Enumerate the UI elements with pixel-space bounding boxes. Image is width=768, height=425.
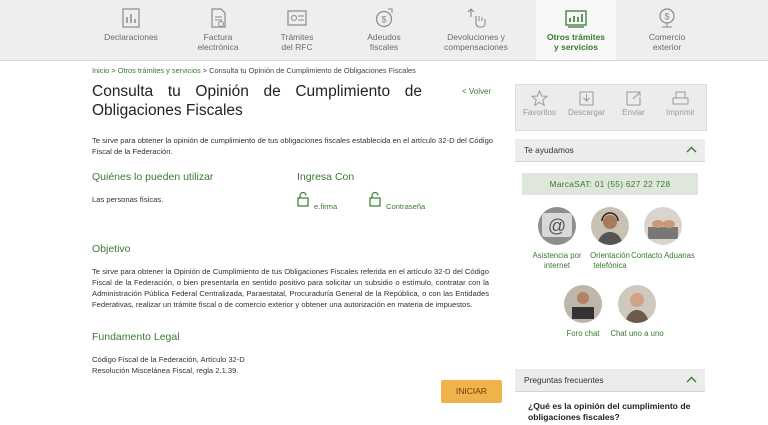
- nav-item-rfc[interactable]: Trámites del RFC: [266, 0, 328, 60]
- enviar-label: Enviar: [622, 108, 645, 117]
- padlock-icon: [297, 191, 309, 207]
- nav-item-otros-tramites[interactable]: Otros trámites y servicios: [536, 0, 616, 60]
- nav-label: Factura electrónica: [197, 32, 239, 52]
- fundamento-line2: Resolución Miscelánea Fiscal, regla 2.1.…: [92, 366, 239, 375]
- help-label: Chat uno a uno: [610, 329, 664, 338]
- quienes-text: Las personas físicas.: [92, 195, 164, 204]
- breadcrumb-separator: >: [202, 66, 208, 75]
- login-contrasena-label: Contraseña: [386, 202, 426, 211]
- download-icon: [579, 91, 594, 106]
- at-sign-keyboard-photo-icon: @: [538, 207, 576, 245]
- nav-item-declaraciones[interactable]: Declaraciones: [92, 0, 170, 60]
- svg-text:$: $: [664, 12, 669, 22]
- te-ayudamos-title: Te ayudamos: [524, 145, 574, 155]
- nav-item-factura[interactable]: Factura electrónica: [184, 0, 252, 60]
- descargar-button[interactable]: Descargar: [563, 85, 610, 130]
- sidebar-toolbar: Favoritos Descargar Enviar Imprimir: [515, 84, 707, 131]
- descargar-label: Descargar: [568, 108, 605, 117]
- padlock-icon: [369, 191, 381, 207]
- chevron-up-icon: [686, 146, 697, 153]
- declaraciones-icon: [122, 8, 140, 28]
- laptop-user-photo-icon: [564, 285, 602, 323]
- imprimir-button[interactable]: Imprimir: [657, 85, 704, 130]
- devoluciones-icon: [467, 8, 486, 28]
- nav-label: Declaraciones: [104, 32, 158, 42]
- fundamento-heading: Fundamento Legal: [92, 331, 180, 343]
- comercio-exterior-icon: $: [659, 8, 675, 28]
- chevron-up-icon: [686, 376, 697, 383]
- star-icon: [531, 90, 548, 107]
- page-title-line2: Obligaciones Fiscales: [92, 102, 243, 119]
- help-label: Contacto Aduanas: [631, 251, 695, 260]
- factura-icon: [211, 8, 226, 28]
- fundamento-line1: Código Fiscal de la Federación, Artículo…: [92, 355, 245, 364]
- preguntas-frecuentes-title: Preguntas frecuentes: [524, 375, 604, 385]
- breadcrumb-separator: >: [111, 66, 116, 75]
- smiling-agent-photo-icon: [618, 285, 656, 323]
- typing-hands-photo-icon: [644, 207, 682, 245]
- intro-text: Te sirve para obtener la opinión de cump…: [92, 136, 494, 156]
- marcasat-phone: MarcaSAT: 01 (55) 627 22 728: [522, 173, 698, 195]
- otros-tramites-icon: [565, 10, 587, 28]
- breadcrumb-current: Consulta tu Opinión de Cumplimiento de O…: [209, 66, 416, 75]
- call-center-agent-photo-icon: [591, 207, 629, 245]
- nav-label: Comercio exterior: [648, 32, 686, 52]
- imprimir-label: Imprimir: [666, 108, 695, 117]
- iniciar-button[interactable]: INICIAR: [441, 380, 502, 403]
- favoritos-label: Favoritos: [523, 108, 556, 117]
- objetivo-heading: Objetivo: [92, 243, 131, 255]
- top-navigation: Declaraciones Factura electrónica Trámit…: [0, 0, 768, 61]
- preguntas-frecuentes-header[interactable]: Preguntas frecuentes: [515, 369, 705, 392]
- breadcrumb-inicio-link[interactable]: Inicio: [92, 66, 109, 75]
- enviar-button[interactable]: Enviar: [610, 85, 657, 130]
- volver-link[interactable]: < Volver: [462, 87, 491, 96]
- faq-question-link[interactable]: ¿Qué es la opinión del cumplimiento de o…: [528, 401, 698, 423]
- nav-item-adeudos[interactable]: $ Adeudos fiscales: [352, 0, 416, 60]
- breadcrumb-otros-link[interactable]: Otros trámites y servicios: [118, 66, 201, 75]
- te-ayudamos-header[interactable]: Te ayudamos: [515, 139, 705, 162]
- page-title-line1: Consulta tu Opinión de Cumplimiento de: [92, 83, 422, 100]
- nav-item-devoluciones[interactable]: Devoluciones y compensaciones: [436, 0, 516, 60]
- nav-item-comercio-exterior[interactable]: $ Comercio exterior: [636, 0, 698, 60]
- nav-label: Adeudos fiscales: [367, 32, 401, 52]
- printer-icon: [672, 91, 689, 105]
- favoritos-button[interactable]: Favoritos: [516, 85, 563, 130]
- svg-text:$: $: [381, 15, 386, 25]
- login-efirma-label: e.firma: [314, 202, 338, 211]
- page-title: Consulta tu Opinión de Cumplimiento de O…: [92, 82, 422, 120]
- objetivo-text: Te sirve para obtener la Opinión de Cump…: [92, 267, 489, 309]
- nav-label: Otros trámites y servicios: [546, 32, 606, 52]
- rfc-icon: [287, 10, 307, 26]
- quienes-heading: Quiénes lo pueden utilizar: [92, 171, 214, 183]
- breadcrumb: Inicio > Otros trámites y servicios > Co…: [92, 66, 416, 75]
- nav-label: Trámites del RFC: [280, 32, 314, 52]
- ingresa-heading: Ingresa Con: [297, 171, 355, 183]
- share-icon: [626, 91, 641, 106]
- nav-label: Devoluciones y compensaciones: [444, 32, 508, 52]
- svg-text:@: @: [548, 216, 566, 236]
- adeudos-icon: $: [375, 8, 393, 28]
